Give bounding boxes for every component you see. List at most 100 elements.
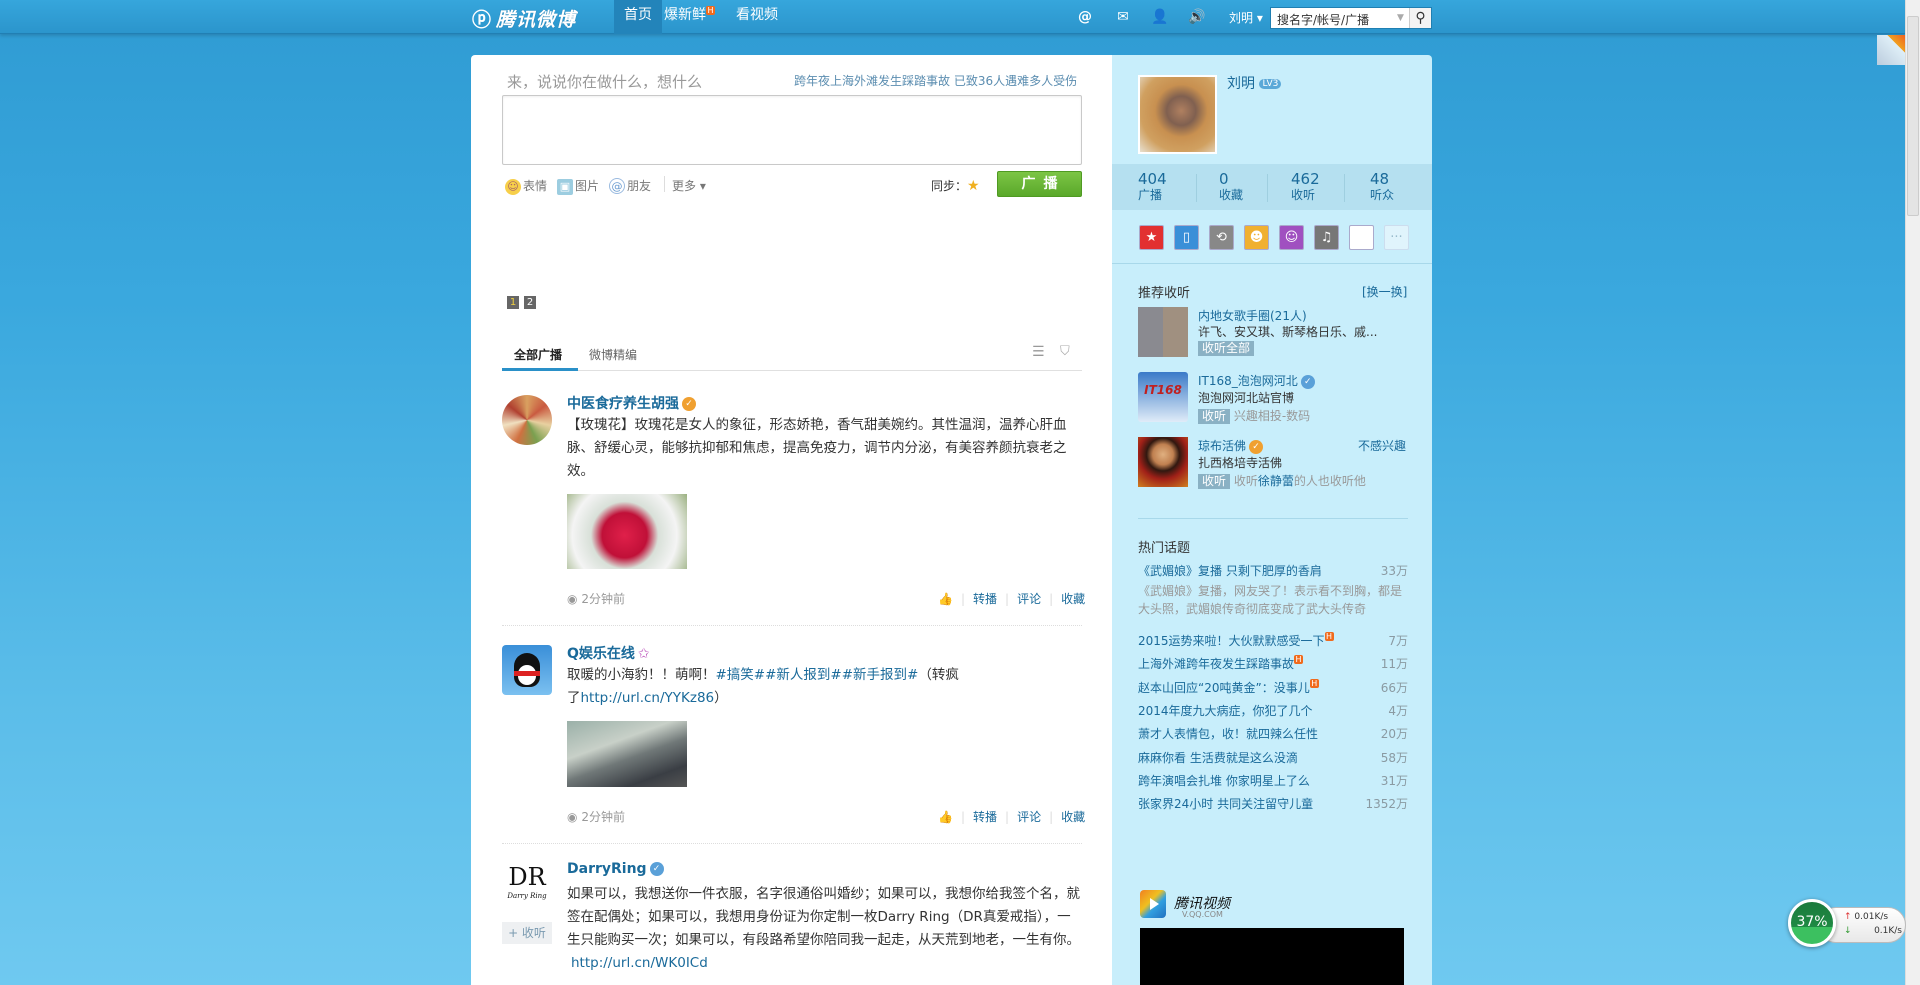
stat-posts[interactable]: 404 广播	[1138, 171, 1208, 203]
user-icon[interactable]: 👤	[1151, 8, 1169, 26]
favorite-button[interactable]: 收藏	[1061, 810, 1085, 824]
mail-icon[interactable]: ✉	[1114, 8, 1132, 26]
hot-topic-item[interactable]: 2014年度九大病症，你犯了几个 4万	[1138, 702, 1408, 718]
post-author[interactable]: DarryRing ✓	[567, 861, 664, 877]
avatar[interactable]: DR Darry Ring	[502, 862, 552, 912]
user-menu[interactable]: 刘明 ▾	[1229, 9, 1263, 26]
hot-topic-item[interactable]: 2015运势来啦！大伙默默感受一下H 7万	[1138, 632, 1408, 648]
profile-name[interactable]: 刘明 LV3	[1227, 73, 1282, 93]
profile-avatar[interactable]	[1138, 75, 1217, 154]
hot-topic-item[interactable]: 跨年演唱会扎堆 你家明星上了么 31万	[1138, 772, 1408, 788]
stat-followers[interactable]: 48 听众	[1370, 171, 1440, 203]
topic-count: 20万	[1380, 727, 1408, 742]
post-link[interactable]: http://url.cn/WK0ICd	[571, 955, 708, 971]
hot-topic-item[interactable]: 上海外滩跨年夜发生踩踏事故H 11万	[1138, 655, 1408, 671]
search-app-icon[interactable]: ⟲	[1209, 225, 1234, 250]
sound-icon[interactable]: 🔊	[1188, 8, 1206, 26]
hot-badge: H	[1309, 678, 1319, 688]
download-speed: ↓ 0.1K/s	[1844, 926, 1902, 936]
hot-topic-desc: 《武媚娘》复播，网友哭了！表示看不到胸，都是大头照，武媚娘传奇彻底变成了武大头传…	[1138, 584, 1403, 616]
new-corner-badge[interactable]	[1877, 35, 1905, 65]
scrollbar-thumb[interactable]	[1907, 16, 1919, 216]
hot-news-link[interactable]: 跨年夜上海外滩发生踩踏事故 已致36人遇难多人受伤	[794, 72, 1077, 89]
tab-all[interactable]: 全部广播	[514, 346, 562, 363]
hot-topic-item[interactable]: 赵本山回应“20吨黄金”：没事儿H 66万	[1138, 678, 1408, 695]
hot-topic-lead[interactable]: 《武媚娘》复播 只剩下肥厚的香肩 33万	[1138, 562, 1408, 578]
hot-topic-item[interactable]: 张家界24小时 共同关注留守儿童 1352万	[1138, 795, 1408, 811]
memory-gauge[interactable]: 37%	[1788, 899, 1836, 947]
comment-button[interactable]: 评论	[1017, 810, 1041, 824]
tab-featured[interactable]: 微博精编	[589, 346, 637, 363]
scrollbar[interactable]	[1905, 0, 1920, 985]
star-icon[interactable]: ★	[967, 178, 980, 194]
composer-textarea[interactable]	[502, 95, 1082, 165]
refresh-link[interactable]: [换一换]	[1362, 283, 1407, 300]
nav-video[interactable]: 看视频	[726, 0, 788, 34]
pet-app-icon[interactable]: ☻	[1244, 225, 1269, 250]
video-player[interactable]	[1140, 928, 1404, 985]
topic-title: 萧才人表情包，收！就四辣么任性	[1138, 727, 1319, 742]
hot-topic-item[interactable]: 萧才人表情包，收！就四辣么任性 20万	[1138, 725, 1408, 741]
repost-button[interactable]: 转播	[973, 592, 997, 606]
verified-icon: ✓	[682, 397, 696, 411]
follow-button[interactable]: 收听	[1198, 474, 1231, 489]
avatar[interactable]	[502, 645, 552, 695]
page-2[interactable]: 2	[524, 296, 536, 309]
topic-title: 2015运势来啦！大伙默默感受一下	[1138, 634, 1325, 648]
page-1[interactable]: 1	[507, 296, 519, 309]
topic-count: 66万	[1380, 680, 1408, 695]
hashtag-link[interactable]: #搞笑##新人报到##新手报到#	[716, 667, 919, 683]
recommend-name[interactable]: 琼布活佛 ✓	[1198, 437, 1264, 454]
globe-icon: ◉	[567, 810, 578, 824]
nav-hot[interactable]: 爆新鲜H	[654, 0, 725, 34]
phone-app-icon[interactable]: ▯	[1174, 225, 1199, 250]
shield-icon[interactable]: ⛉	[1060, 344, 1070, 359]
it168-avatar[interactable]: IT168	[1138, 372, 1188, 422]
recommend-name[interactable]: 内地女歌手圈(21人)	[1198, 307, 1307, 324]
post-button[interactable]: 广播	[997, 171, 1082, 197]
post-time[interactable]: ◉ 2分钟前	[567, 590, 625, 607]
recommend-action: 收听 收听徐静蕾的人也收听他	[1198, 472, 1366, 489]
hot-topic-item[interactable]: 麻麻你看 生活费就是这么没滴 58万	[1138, 749, 1408, 765]
follow-button[interactable]: 收听	[1198, 409, 1231, 424]
star-app-icon[interactable]: ★	[1139, 225, 1164, 250]
emoji-button[interactable]: ☺ 表情	[505, 177, 547, 195]
avatar[interactable]	[1138, 437, 1188, 487]
music-app-icon[interactable]: ♫	[1314, 225, 1339, 250]
at-icon[interactable]: @	[1076, 8, 1094, 26]
post-link[interactable]: http://url.cn/YYKz86	[581, 690, 715, 706]
upload-speed: ↑ 0.01K/s	[1844, 912, 1889, 922]
recommend-title: 推荐收听	[1138, 286, 1191, 301]
user-link[interactable]: 徐静蕾	[1258, 474, 1294, 488]
dismiss-link[interactable]: 不感兴趣	[1358, 437, 1406, 454]
favorite-button[interactable]: 收藏	[1061, 592, 1085, 606]
more-apps-icon[interactable]: ···	[1384, 225, 1409, 250]
repost-button[interactable]: 转播	[973, 810, 997, 824]
logo[interactable]: ⓟ 腾讯微博	[472, 5, 576, 32]
game-app-icon[interactable]: ☺	[1279, 225, 1304, 250]
like-icon[interactable]: 👍	[938, 810, 953, 824]
recommend-name[interactable]: IT168_泡泡网河北 ✓	[1198, 372, 1315, 389]
seal-image[interactable]	[567, 721, 687, 787]
post-time[interactable]: ◉ 2分钟前	[567, 808, 625, 825]
list-view-icon[interactable]: ☰	[1032, 344, 1045, 360]
like-icon[interactable]: 👍	[938, 592, 953, 606]
search-input[interactable]: 搜名字/帐号/广播 ▼ ⚲	[1270, 7, 1432, 29]
follow-button[interactable]: + 收听	[502, 922, 552, 944]
rose-image[interactable]	[567, 494, 687, 569]
search-icon[interactable]: ⚲	[1409, 8, 1431, 28]
post-author[interactable]: Q娱乐在线 ✩	[567, 643, 650, 663]
avatar[interactable]	[502, 395, 552, 445]
image-button[interactable]: ▣ 图片	[557, 177, 599, 195]
level-badge: LV3	[1259, 79, 1282, 89]
post-author[interactable]: 中医食疗养生胡强 ✓	[567, 393, 696, 413]
mention-button[interactable]: @ 朋友	[609, 177, 651, 194]
more-button[interactable]: 更多 ▾	[672, 177, 706, 194]
comment-button[interactable]: 评论	[1017, 592, 1041, 606]
stat-following[interactable]: 462 收听	[1291, 171, 1361, 203]
blank-app-icon[interactable]	[1349, 225, 1374, 250]
topic-count: 4万	[1388, 703, 1408, 718]
follow-all-button[interactable]: 收听全部	[1198, 341, 1255, 356]
group-avatar[interactable]	[1138, 307, 1188, 357]
stat-favorites[interactable]: 0 收藏	[1219, 171, 1289, 203]
